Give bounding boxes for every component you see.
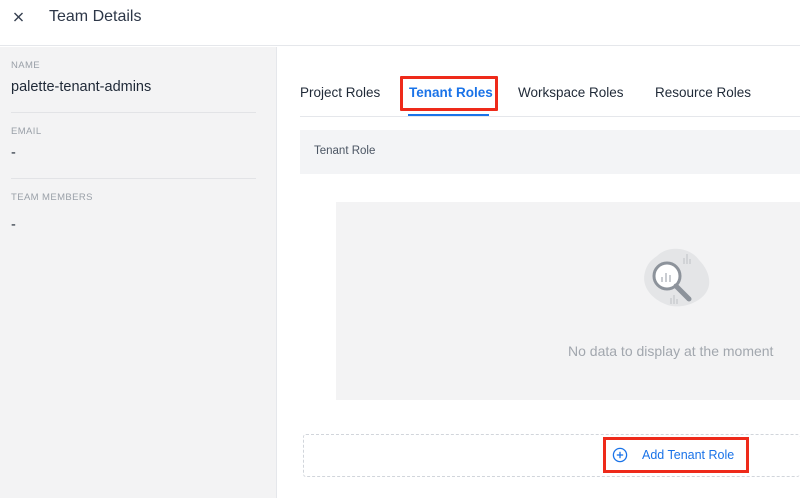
tab-workspace-roles[interactable]: Workspace Roles bbox=[518, 85, 624, 100]
email-label: EMAIL bbox=[11, 126, 42, 137]
email-value: - bbox=[11, 145, 16, 161]
add-tenant-role-button[interactable]: Add Tenant Role bbox=[603, 437, 749, 473]
tab-resource-roles[interactable]: Resource Roles bbox=[655, 85, 751, 100]
tab-project-roles[interactable]: Project Roles bbox=[300, 85, 380, 100]
column-header-tenant-role: Tenant Role bbox=[314, 145, 376, 157]
empty-state: No data to display at the moment bbox=[336, 202, 800, 400]
name-value: palette-tenant-admins bbox=[11, 79, 152, 95]
empty-state-message: No data to display at the moment bbox=[568, 343, 774, 359]
team-members-value: - bbox=[11, 217, 16, 233]
close-button[interactable] bbox=[10, 8, 28, 26]
team-info-sidebar: NAME palette-tenant-admins EMAIL - TEAM … bbox=[0, 47, 277, 498]
tabs-divider bbox=[300, 116, 800, 117]
page-title: Team Details bbox=[49, 8, 142, 25]
divider bbox=[11, 178, 256, 179]
divider bbox=[11, 112, 256, 113]
magnifier-icon bbox=[635, 240, 715, 320]
team-members-field: TEAM MEMBERS - bbox=[11, 192, 256, 233]
add-tenant-role-label: Add Tenant Role bbox=[642, 448, 735, 462]
close-icon bbox=[14, 12, 23, 22]
table-header: Tenant Role bbox=[300, 130, 800, 174]
tab-highlight-box bbox=[400, 76, 498, 111]
team-members-label: TEAM MEMBERS bbox=[11, 192, 93, 203]
roles-tabs: Project Roles Tenant Roles Workspace Rol… bbox=[300, 75, 800, 117]
email-field: EMAIL - bbox=[11, 126, 256, 161]
plus-circle-icon bbox=[612, 447, 628, 463]
name-field: NAME palette-tenant-admins bbox=[11, 60, 256, 95]
drawer-header: Team Details bbox=[0, 0, 800, 46]
name-label: NAME bbox=[11, 60, 41, 71]
